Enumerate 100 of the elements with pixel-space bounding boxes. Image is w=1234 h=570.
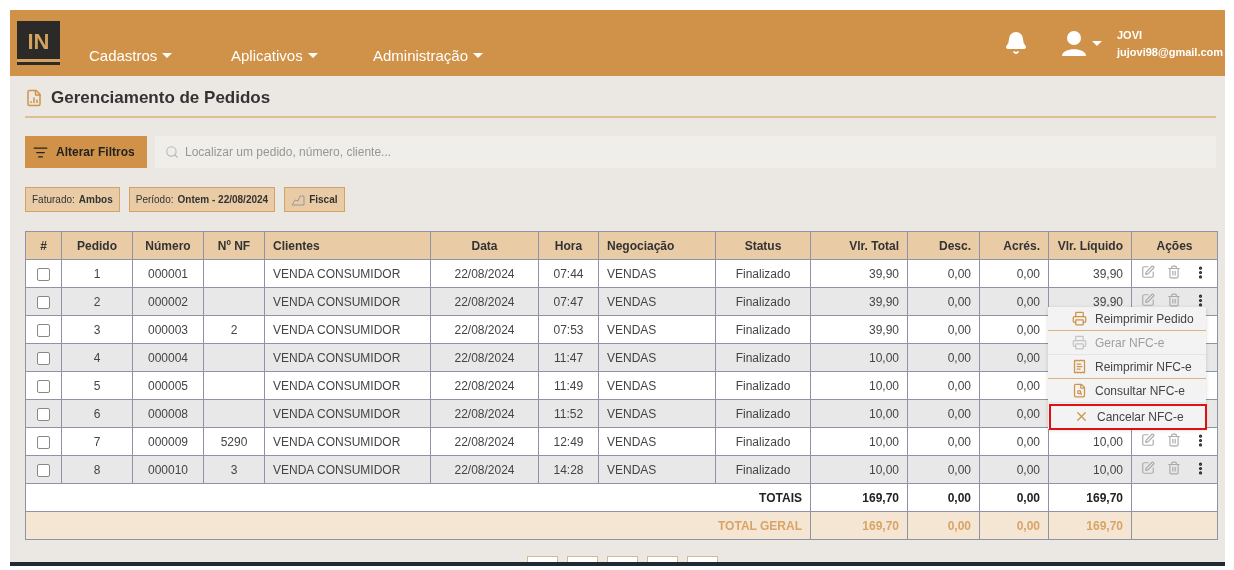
table-cell: 22/08/2024 bbox=[454, 462, 515, 477]
table-cell: 10,00 bbox=[868, 434, 899, 449]
edit-icon[interactable] bbox=[1141, 265, 1155, 280]
column-header: Acrés. bbox=[979, 231, 1049, 260]
page-button[interactable] bbox=[527, 556, 558, 562]
table-cell: 000003 bbox=[147, 322, 188, 337]
table-cell: 000005 bbox=[147, 378, 188, 393]
column-header: Status bbox=[715, 231, 811, 260]
total-value: 169,70 bbox=[1086, 518, 1123, 533]
table-cell: VENDA CONSUMIDOR bbox=[273, 266, 401, 281]
table-cell: 10,00 bbox=[868, 406, 899, 421]
table-cell: 3 bbox=[93, 322, 101, 337]
column-header: Data bbox=[430, 231, 539, 260]
table-cell: 10,00 bbox=[1092, 462, 1123, 477]
stairs-icon bbox=[291, 193, 306, 206]
table-cell: 22/08/2024 bbox=[454, 406, 515, 421]
table-cell: 22/08/2024 bbox=[454, 322, 515, 337]
table-cell: 11:52 bbox=[553, 406, 584, 421]
trash-icon[interactable] bbox=[1167, 461, 1181, 476]
table-cell: 14:28 bbox=[553, 462, 584, 477]
table-cell: 39,90 bbox=[1092, 266, 1123, 281]
column-header: Desc. bbox=[907, 231, 980, 260]
row-checkbox[interactable] bbox=[37, 295, 50, 309]
page-button[interactable] bbox=[567, 556, 598, 562]
table-cell: 07:47 bbox=[553, 294, 584, 309]
table-cell: VENDAS bbox=[607, 266, 657, 281]
menu-item[interactable]: Consultar NFC-e bbox=[1048, 379, 1206, 403]
table-cell: 8 bbox=[93, 462, 101, 477]
column-header: Clientes bbox=[264, 231, 431, 260]
user-icon[interactable] bbox=[1060, 29, 1102, 57]
table-cell: Finalizado bbox=[735, 350, 791, 365]
filter-chip[interactable]: Fiscal bbox=[284, 187, 345, 212]
trash-icon[interactable] bbox=[1167, 293, 1181, 308]
table-cell: 2 bbox=[93, 294, 101, 309]
page-button[interactable] bbox=[647, 556, 678, 562]
edit-icon[interactable] bbox=[1141, 461, 1155, 476]
table-cell: 22/08/2024 bbox=[454, 378, 515, 393]
table-cell: VENDAS bbox=[607, 322, 657, 337]
table-cell: Finalizado bbox=[735, 294, 791, 309]
page-button[interactable] bbox=[607, 556, 638, 562]
menu-item[interactable]: Reimprimir Pedido bbox=[1048, 307, 1206, 331]
trash-icon[interactable] bbox=[1167, 433, 1181, 448]
edit-icon[interactable] bbox=[1141, 293, 1155, 308]
table-cell: 000001 bbox=[147, 266, 188, 281]
table-cell: 000008 bbox=[147, 406, 188, 421]
table-cell: VENDAS bbox=[607, 406, 657, 421]
filter-icon bbox=[33, 144, 48, 160]
table-cell: 4 bbox=[93, 350, 101, 365]
table-cell: Finalizado bbox=[735, 378, 791, 393]
table-cell: 000010 bbox=[147, 462, 188, 477]
row-checkbox[interactable] bbox=[37, 379, 50, 393]
row-checkbox[interactable] bbox=[37, 267, 50, 281]
total-value: 169,70 bbox=[862, 490, 899, 505]
table-cell: VENDA CONSUMIDOR bbox=[273, 462, 401, 477]
row-checkbox[interactable] bbox=[37, 323, 50, 337]
logo: IN bbox=[17, 21, 60, 65]
table-cell: 0,00 bbox=[1016, 434, 1040, 449]
table-cell: VENDA CONSUMIDOR bbox=[273, 378, 401, 393]
row-checkbox[interactable] bbox=[37, 351, 50, 365]
table-cell: 22/08/2024 bbox=[454, 350, 515, 365]
table-cell: Finalizado bbox=[735, 406, 791, 421]
table-cell: 2 bbox=[230, 322, 238, 337]
table-cell: VENDA CONSUMIDOR bbox=[273, 350, 401, 365]
table-cell: 0,00 bbox=[947, 462, 971, 477]
table-cell: 11:49 bbox=[553, 378, 584, 393]
table-cell: Finalizado bbox=[735, 434, 791, 449]
table-cell: 0,00 bbox=[1016, 462, 1040, 477]
table-cell: 07:53 bbox=[553, 322, 584, 337]
total-value: 0,00 bbox=[947, 518, 971, 533]
column-header: Hora bbox=[538, 231, 599, 260]
menu-item[interactable]: Reimprimir NFC-e bbox=[1048, 355, 1206, 379]
filter-button[interactable]: Alterar Filtros bbox=[25, 136, 147, 168]
row-checkbox[interactable] bbox=[37, 407, 50, 421]
edit-icon[interactable] bbox=[1141, 433, 1155, 448]
table-cell: 0,00 bbox=[1016, 350, 1040, 365]
column-header: Número bbox=[132, 231, 204, 260]
table-cell: 10,00 bbox=[868, 462, 899, 477]
user-email: jujovi98@gmail.com bbox=[1117, 45, 1225, 58]
table-cell: 0,00 bbox=[947, 266, 971, 281]
row-checkbox[interactable] bbox=[37, 435, 50, 449]
row-checkbox[interactable] bbox=[37, 463, 50, 477]
column-header: Negociação bbox=[598, 231, 716, 260]
table-cell: 10,00 bbox=[868, 350, 899, 365]
search-icon bbox=[165, 145, 179, 159]
totals-label: TOTAL GERAL bbox=[718, 518, 802, 533]
total-value: 0,00 bbox=[1016, 490, 1040, 505]
menu-item[interactable]: Cancelar NFC-e bbox=[1050, 405, 1206, 429]
column-header: Ações bbox=[1131, 231, 1218, 260]
table-cell: VENDAS bbox=[607, 350, 657, 365]
total-value: 169,70 bbox=[1086, 490, 1123, 505]
trash-icon[interactable] bbox=[1167, 265, 1181, 280]
table-cell: Finalizado bbox=[735, 462, 791, 477]
column-header: Nº NF bbox=[203, 231, 265, 260]
table-cell: 39,90 bbox=[1092, 294, 1123, 309]
search-field[interactable]: Localizar um pedido, número, cliente... bbox=[155, 136, 1216, 168]
table-cell: VENDA CONSUMIDOR bbox=[273, 406, 401, 421]
table-cell: 5 bbox=[93, 378, 101, 393]
bell-icon[interactable] bbox=[1004, 31, 1028, 55]
page-button[interactable] bbox=[687, 556, 718, 562]
table-cell: 39,90 bbox=[868, 266, 899, 281]
